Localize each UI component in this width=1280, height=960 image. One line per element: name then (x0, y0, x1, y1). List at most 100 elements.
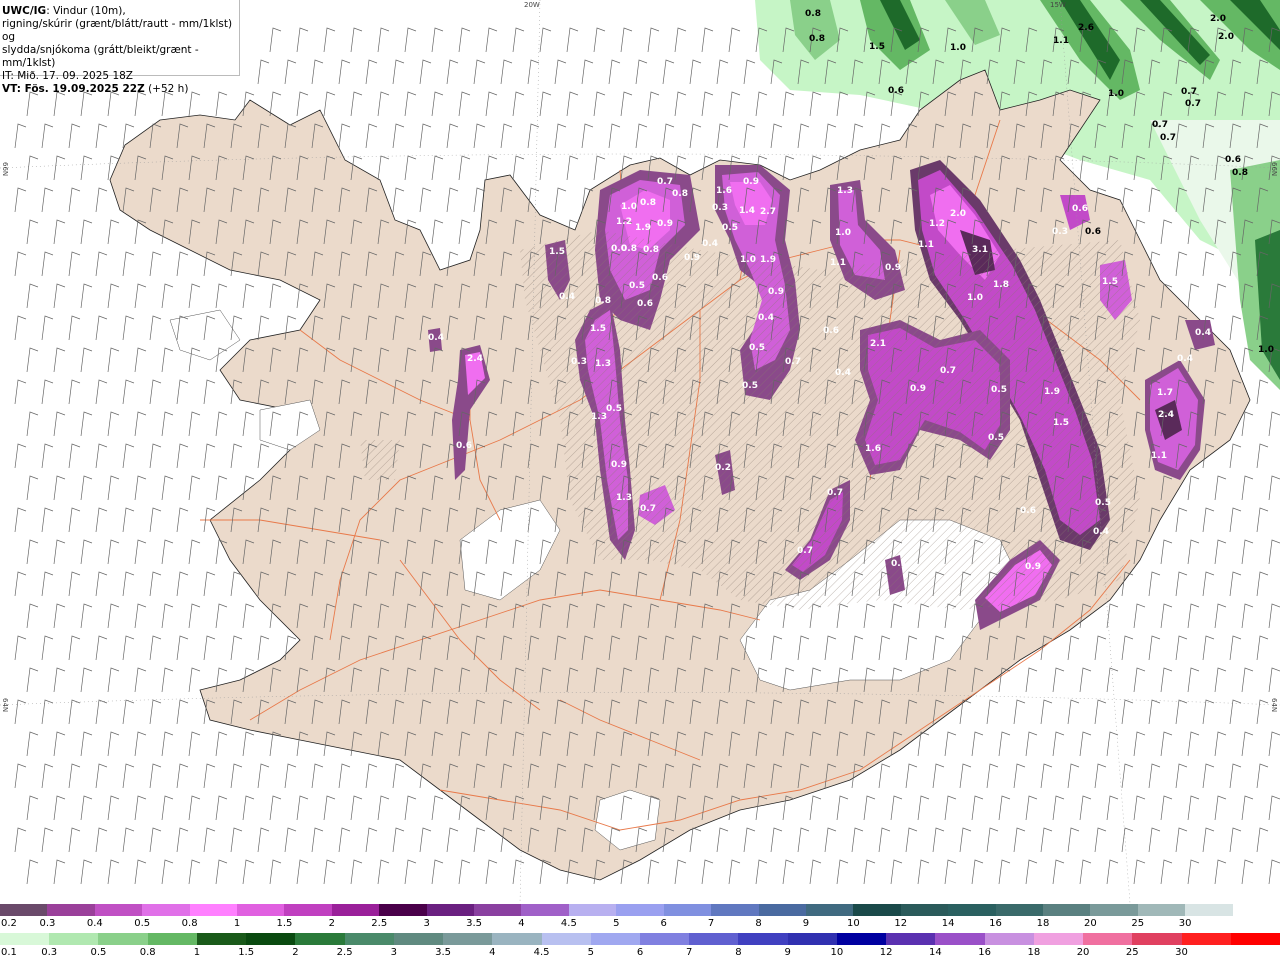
snow-value-label: 0.5 (606, 404, 622, 414)
snow-value-label: 0.1 (891, 559, 907, 569)
legend-label: 9 (784, 947, 791, 958)
title-line2: rigning/skúrir (grænt/blátt/rautt - mm/1… (2, 18, 233, 43)
rain-value-label: 0.7 (1181, 87, 1197, 97)
snow-value-label: 0.4 (702, 239, 718, 249)
snow-value-label: 0.4 (1177, 354, 1193, 364)
snow-value-label: 1.6 (865, 444, 881, 454)
rain-value-label: 1.1 (1053, 36, 1069, 46)
legend-swatch (836, 933, 887, 945)
legend-swatch (443, 933, 493, 945)
legend-label: 0.8 (139, 947, 156, 958)
rain-value-label: 1.5 (869, 42, 885, 52)
legend-swatch (787, 933, 838, 945)
legend-swatch (344, 933, 395, 945)
legend-swatch (1185, 904, 1234, 916)
rain-value-label: 2.0 (1218, 32, 1234, 42)
legend-rain-labels: 0.1 0.3 0.5 0.8 1 1.5 2 2.5 3 3.5 4 4.5 5 6 7 8 9 10 12 14 1… (0, 947, 1280, 958)
legend-swatch (1132, 933, 1183, 945)
legend-swatch (640, 933, 690, 945)
legend-label: 10 (846, 918, 860, 929)
snow-value-label: 2.7 (760, 207, 776, 217)
legend-swatch (295, 933, 346, 945)
snow-value-label: 1.0 (740, 255, 756, 265)
snow-value-label: 0.7 (940, 366, 956, 376)
snow-value-label: 0.4 (758, 313, 774, 323)
rain-value-label: 0.7 (1160, 133, 1176, 143)
legend-swatch (94, 904, 143, 916)
snow-value-label: 0.8 (595, 296, 611, 306)
legend-swatch (492, 933, 543, 945)
rain-value-label: 0.6 (888, 86, 904, 96)
legend-label: 1.5 (238, 947, 255, 958)
snow-value-label: 1.5 (590, 324, 606, 334)
legend-label: 12 (879, 947, 893, 958)
snow-value-label: 1.5 (1102, 277, 1118, 287)
rain-value-label: 0.6 (1085, 227, 1101, 237)
rain-value-label: 0.8 (809, 34, 825, 44)
legend-label: 3 (390, 947, 398, 958)
legend-swatch (1181, 933, 1232, 945)
snow-value-label: 0.5 (988, 433, 1004, 443)
legend-label: 6 (660, 918, 667, 929)
snow-value-label: 0.6 (1020, 506, 1036, 516)
snow-value-label: 0.3 (712, 203, 728, 213)
rain-value-label: 0.7 (1185, 99, 1201, 109)
legend-swatch (689, 933, 739, 945)
rain-value-label: 1.0 (950, 43, 966, 53)
snow-value-label: 2.4 (467, 354, 483, 364)
snow-value-label: 2.0 (950, 209, 966, 219)
snow-value-label: 1.1 (918, 240, 934, 250)
snow-value-label: 1.8 (993, 280, 1009, 290)
legend-label: 9 (802, 918, 810, 929)
legend-swatch (568, 904, 617, 916)
legend-swatch (995, 904, 1044, 916)
rain-value-label: 2.6 (1078, 23, 1094, 33)
legend-swatch (98, 933, 149, 945)
legend-label: 14 (929, 947, 942, 958)
snow-value-label: 0.7 (785, 357, 801, 367)
snow-value-label: 0.5 (749, 343, 765, 353)
snow-value-label: 1.5 (549, 247, 565, 257)
snow-value-label: 1.0 (967, 293, 983, 303)
snow-value-label: 1.9 (760, 255, 776, 265)
legend-label: 0.2 (1, 918, 17, 929)
legend-label: 4 (489, 947, 496, 958)
legend-label: 0.3 (41, 947, 58, 958)
legend-swatch (49, 933, 99, 945)
legend-swatch (900, 904, 949, 916)
legend-label: 7 (707, 918, 715, 929)
legend-label: 6 (636, 947, 644, 958)
legend-swatch (284, 904, 333, 916)
snow-value-label: 0.7 (640, 504, 656, 514)
rain-value-label: 0.8 (805, 9, 821, 19)
legend-swatch (590, 933, 641, 945)
snow-value-label: 0.3 (571, 357, 587, 367)
legend-label: 1.5 (276, 918, 293, 929)
coord-label-66n-right: 66N (1270, 162, 1278, 177)
map-title-box: UWC/IG: Vindur (10m), rigning/skúrir (gr… (0, 0, 240, 95)
snow-value-label: 0.5 (722, 223, 738, 233)
legend-swatch (853, 904, 902, 916)
snow-value-label: 0.5 (1095, 498, 1111, 508)
legend-swatch (886, 933, 936, 945)
legend-swatch (142, 904, 191, 916)
title-line3: slydda/snjókoma (grátt/bleikt/grænt - mm… (2, 44, 199, 69)
legend-label: 30 (1178, 918, 1192, 929)
legend-swatch (379, 904, 428, 916)
rain-value-label: 2.0 (1210, 14, 1226, 24)
snow-value-label: 1.5 (1053, 418, 1069, 428)
rain-value-label: 0.7 (1152, 120, 1168, 130)
snow-value-label: 0.3 (1052, 227, 1068, 237)
snow-value-label: 0.6 (1072, 204, 1088, 214)
snow-value-label: 0.9 (611, 460, 627, 470)
legend-label: 5 (587, 947, 594, 958)
legend-label: 0.1 (1, 947, 17, 958)
snow-value-label: 0.2 (715, 463, 731, 473)
snow-value-label: 0.9 (743, 177, 759, 187)
snow-value-label: 1.0 (835, 228, 851, 238)
legend-swatch (426, 904, 475, 916)
snow-value-label: 0.6 (637, 299, 653, 309)
legend-label: 1 (193, 947, 201, 958)
legend-swatch (663, 904, 712, 916)
snow-value-label: 1.3 (837, 186, 853, 196)
